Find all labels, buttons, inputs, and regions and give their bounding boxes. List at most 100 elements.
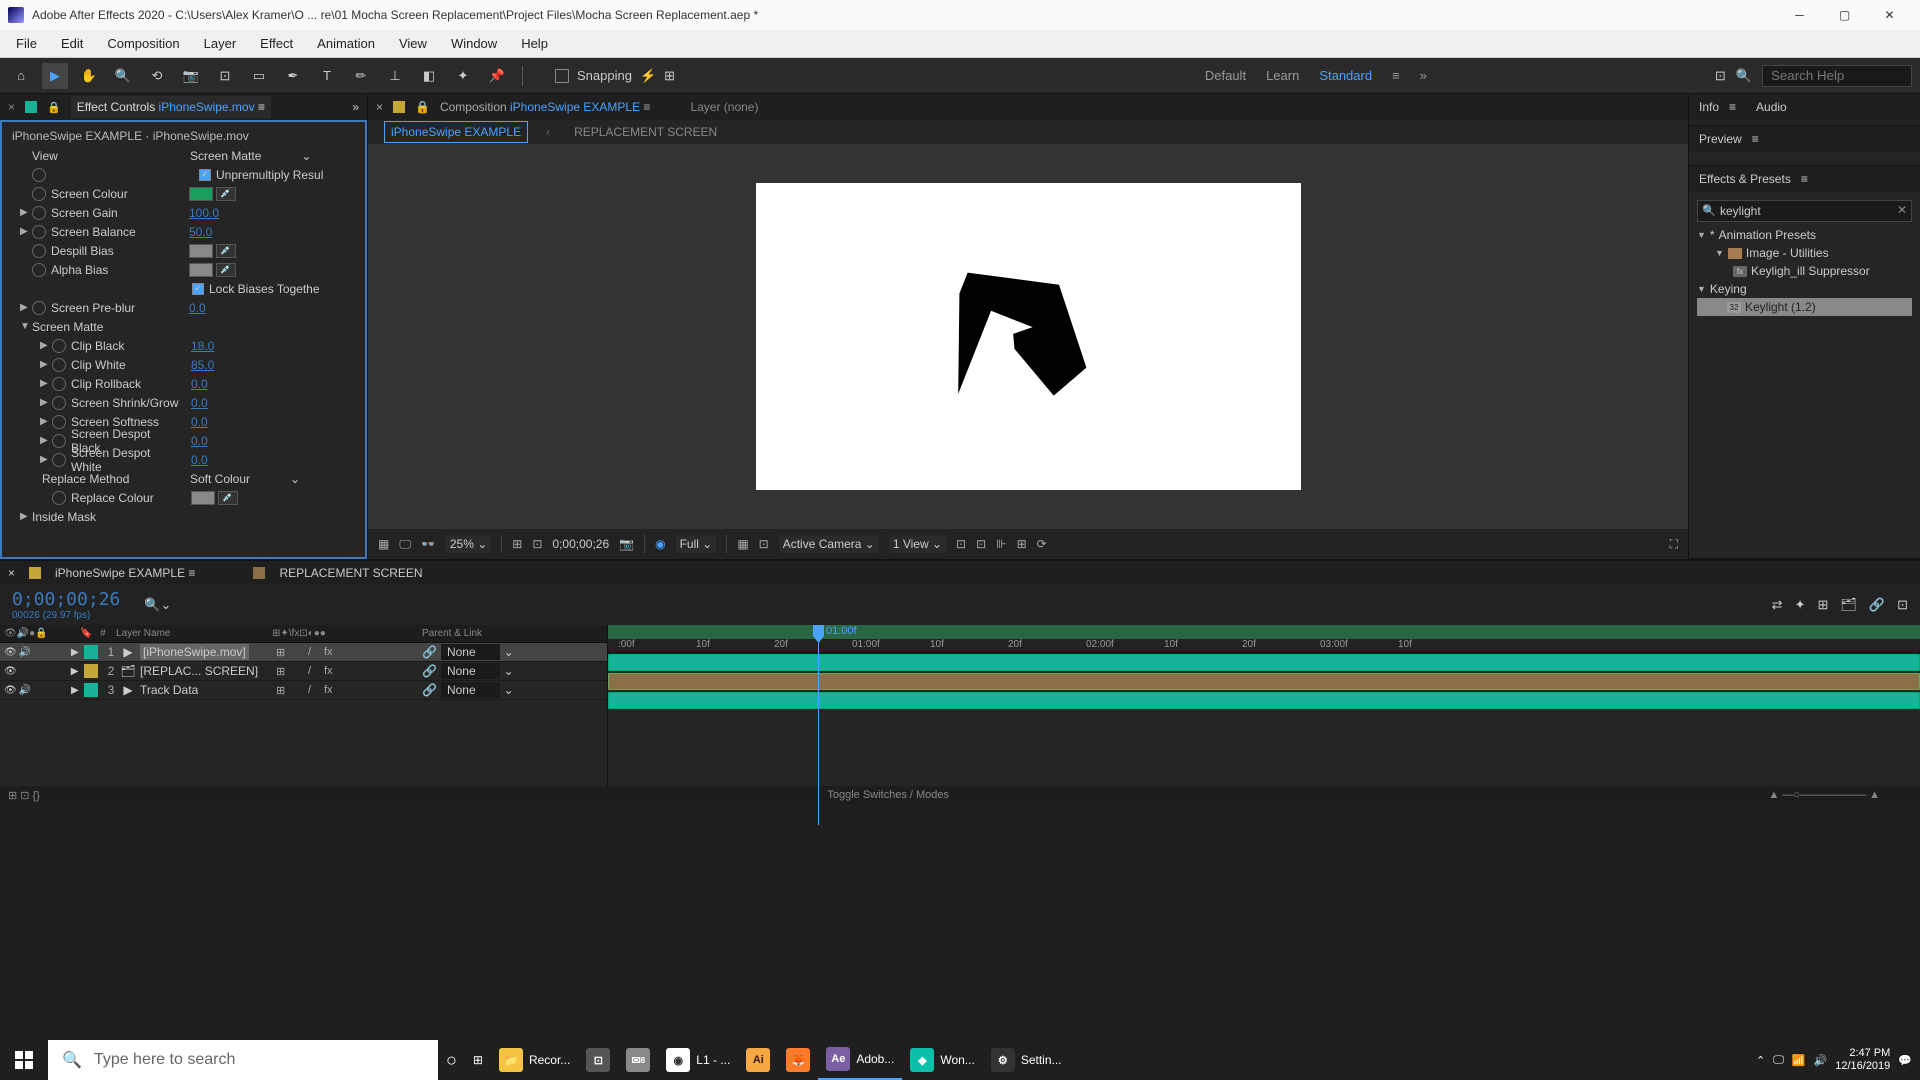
timeline-tracks[interactable]: :00f10f20f01:00f10f20f02:00f10f20f03:00f… — [608, 625, 1920, 786]
lock-biases-checkbox[interactable]: ✓ — [192, 283, 204, 295]
twirl-icon[interactable]: ▶ — [20, 207, 32, 218]
timeline-footer-icon[interactable]: ⊞ ⊡ {} — [0, 789, 48, 802]
workspace-default[interactable]: Default — [1205, 68, 1246, 83]
alpha-bias-chip[interactable] — [189, 263, 213, 277]
inside-mask-section[interactable]: Inside Mask — [32, 510, 96, 524]
pen-tool[interactable]: ✒ — [280, 63, 306, 89]
clip-white-value[interactable]: 85.0 — [191, 358, 214, 372]
stopwatch-icon[interactable] — [52, 358, 66, 372]
grid-icon[interactable]: ⊞ — [512, 537, 522, 551]
screen-gain-value[interactable]: 100.0 — [189, 206, 219, 220]
effects-presets-tab[interactable]: Effects & Presets — [1699, 172, 1791, 186]
clip-rollback-value[interactable]: 0.0 — [191, 377, 208, 391]
transparency-icon[interactable]: ▦ — [737, 537, 748, 551]
task-view-button[interactable]: ⊞ — [465, 1040, 491, 1080]
stopwatch-icon[interactable] — [32, 244, 46, 258]
replace-method-dropdown[interactable]: Soft Colour⌄ — [190, 472, 300, 486]
timeline-tab-2[interactable]: REPLACEMENT SCREEN — [279, 566, 422, 580]
timeline-search-icon[interactable]: 🔍⌄ — [144, 597, 171, 613]
comp-subtab-1[interactable]: iPhoneSwipe EXAMPLE — [384, 121, 528, 143]
stopwatch-icon[interactable] — [52, 434, 66, 448]
resolution-dropdown[interactable]: Full ⌄ — [676, 535, 717, 553]
timeline-ruler[interactable]: :00f10f20f01:00f10f20f02:00f10f20f03:00f… — [608, 625, 1920, 653]
taskbar-illustrator[interactable]: Ai — [738, 1040, 778, 1080]
clone-tool[interactable]: ⊥ — [382, 63, 408, 89]
region-icon[interactable]: ⊡ — [759, 537, 769, 551]
start-button[interactable] — [0, 1040, 48, 1080]
stopwatch-icon[interactable] — [32, 225, 46, 239]
roto-tool[interactable]: ✦ — [450, 63, 476, 89]
alpha-icon[interactable]: ▦ — [378, 537, 389, 551]
channel-icon[interactable]: ◉ — [655, 537, 665, 551]
twirl-icon[interactable]: ▶ — [40, 397, 52, 408]
rectangle-tool[interactable]: ▭ — [246, 63, 272, 89]
timeline-tool-icon[interactable]: ⊞ — [1817, 597, 1828, 613]
tree-animation-presets[interactable]: ▼*Animation Presets — [1697, 226, 1912, 244]
clear-search-icon[interactable]: ✕ — [1897, 203, 1907, 217]
timeline-tab-1[interactable]: iPhoneSwipe EXAMPLE ≡ — [55, 566, 195, 580]
panel-close-icon[interactable]: × — [8, 100, 15, 114]
puppet-tool[interactable]: 📌 — [484, 63, 510, 89]
layer-row[interactable]: 👁🔊▶ 3 ▶ Track Data ⊞/fx 🔗None⌄ — [0, 681, 607, 700]
eyedropper-icon[interactable]: 💉 — [216, 187, 236, 201]
twirl-icon[interactable]: ▶ — [20, 226, 32, 237]
comp-subtab-2[interactable]: REPLACEMENT SCREEN — [568, 122, 723, 142]
maximize-icon[interactable]: ⛶ — [1670, 537, 1678, 552]
menu-effect[interactable]: Effect — [248, 32, 305, 55]
menu-file[interactable]: File — [4, 32, 49, 55]
stopwatch-icon[interactable] — [52, 491, 66, 505]
taskbar-after-effects[interactable]: AeAdob... — [818, 1040, 902, 1080]
taskbar-wondershare[interactable]: ◆Won... — [902, 1040, 982, 1080]
panel-menu-icon[interactable]: ≡ — [1752, 132, 1759, 146]
views-dropdown[interactable]: 1 View ⌄ — [889, 535, 946, 553]
eyedropper-icon[interactable]: 💉 — [216, 244, 236, 258]
brush-tool[interactable]: ✏ — [348, 63, 374, 89]
twirl-icon[interactable]: ▶ — [40, 435, 52, 446]
maximize-button[interactable]: ▢ — [1822, 0, 1867, 30]
menu-help[interactable]: Help — [509, 32, 560, 55]
menu-animation[interactable]: Animation — [305, 32, 387, 55]
stopwatch-icon[interactable] — [52, 339, 66, 353]
search-toggle-icon[interactable]: ⊡ — [1715, 68, 1726, 84]
eyedropper-icon[interactable]: 💉 — [216, 263, 236, 277]
workspace-learn[interactable]: Learn — [1266, 68, 1299, 83]
twirl-icon[interactable]: ▶ — [40, 378, 52, 389]
tree-keylight-suppressor[interactable]: fxKeyligh_ill Suppressor — [1697, 262, 1912, 280]
eyedropper-icon[interactable]: 💉 — [218, 491, 238, 505]
close-button[interactable]: ✕ — [1867, 0, 1912, 30]
menu-layer[interactable]: Layer — [192, 32, 249, 55]
twirl-icon[interactable]: ▶ — [40, 359, 52, 370]
despill-bias-chip[interactable] — [189, 244, 213, 258]
eraser-tool[interactable]: ◧ — [416, 63, 442, 89]
tray-volume-icon[interactable]: 🔊 — [1814, 1054, 1828, 1067]
composition-tab[interactable]: Composition iPhoneSwipe EXAMPLE ≡ — [440, 100, 650, 114]
snap-grid-icon[interactable]: ⊞ — [664, 68, 675, 84]
menu-view[interactable]: View — [387, 32, 439, 55]
taskbar-firefox[interactable]: 🦊 — [778, 1040, 818, 1080]
minimize-button[interactable]: ─ — [1777, 0, 1822, 30]
taskbar-app[interactable]: ⊡ — [578, 1040, 618, 1080]
twirl-icon[interactable]: ▶ — [40, 454, 52, 465]
screen-softness-value[interactable]: 0.0 — [191, 415, 208, 429]
panel-expand-icon[interactable]: » — [352, 100, 359, 114]
tab-close-icon[interactable]: × — [376, 100, 383, 114]
timeline-tool-icon[interactable]: 🔗 — [1869, 597, 1885, 613]
snap-options-icon[interactable]: ⚡ — [640, 68, 656, 84]
despot-black-value[interactable]: 0.0 — [191, 434, 208, 448]
screen-balance-value[interactable]: 50.0 — [189, 225, 212, 239]
audio-tab[interactable]: Audio — [1756, 100, 1787, 114]
pan-behind-tool[interactable]: ⊡ — [212, 63, 238, 89]
zoom-dropdown[interactable]: 25% ⌄ — [446, 535, 491, 553]
mask-icon[interactable]: 👓 — [421, 537, 436, 551]
toggle-switches-button[interactable]: Toggle Switches / Modes — [827, 789, 949, 801]
snapshot-icon[interactable]: 📷 — [619, 537, 634, 551]
viewer-timecode[interactable]: 0;00;00;26 — [552, 537, 609, 551]
composition-viewer[interactable] — [368, 144, 1688, 529]
taskbar-clock[interactable]: 2:47 PM 12/16/2019 — [1835, 1047, 1890, 1073]
timeline-timecode[interactable]: 0;00;00;26 — [0, 589, 132, 610]
tray-network-icon[interactable]: 📶 — [1792, 1054, 1806, 1067]
twirl-icon[interactable]: ▼ — [20, 321, 32, 332]
orbit-tool[interactable]: ⟲ — [144, 63, 170, 89]
display-icon[interactable]: 🖵 — [399, 537, 411, 552]
effect-controls-tab[interactable]: Effect Controls iPhoneSwipe.mov ≡ — [71, 96, 271, 118]
